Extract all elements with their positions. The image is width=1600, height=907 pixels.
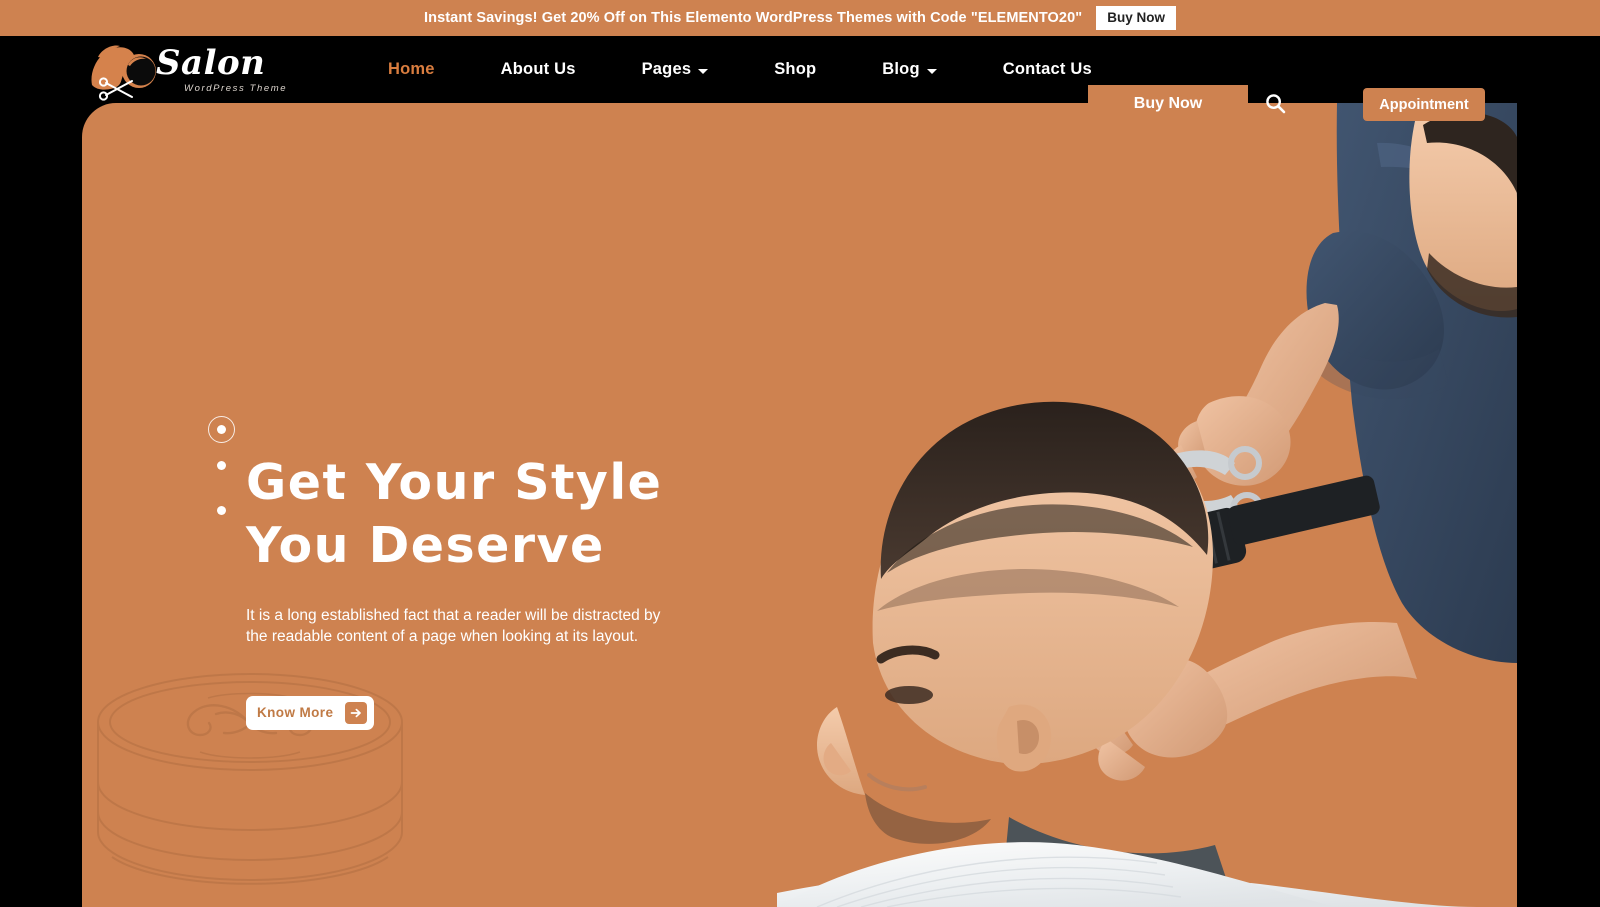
hero-title: Get Your Style You Deserve [246, 458, 886, 570]
appointment-button[interactable]: Appointment [1363, 88, 1485, 121]
chevron-down-icon [926, 69, 937, 74]
slider-dot-3[interactable] [217, 506, 226, 515]
know-more-button[interactable]: Know More [246, 695, 375, 730]
salon-logo-icon [84, 39, 162, 101]
hero-title-line-1: Get Your Style [246, 454, 663, 511]
nav-label-contact-us: Contact Us [1002, 60, 1092, 78]
search-button[interactable] [1258, 86, 1292, 120]
slider-dot-1[interactable] [208, 416, 235, 443]
hero-section: Get Your Style You Deserve It is a long … [82, 103, 1517, 907]
hero-slider-dots [208, 416, 235, 551]
know-more-label: Know More [257, 705, 334, 721]
nav-label-shop: Shop [774, 60, 817, 78]
promo-buy-now-button[interactable]: Buy Now [1096, 6, 1176, 30]
nav-label-blog: Blog [882, 60, 920, 78]
site-logo[interactable]: Salon WordPress Theme [84, 38, 344, 102]
nav-item-pages[interactable]: Pages [609, 60, 742, 79]
nav-item-home[interactable]: Home [355, 60, 468, 79]
chevron-down-icon [698, 69, 709, 74]
site-header: Salon WordPress Theme Home About Us Page… [0, 36, 1600, 122]
nav-item-shop[interactable]: Shop [741, 60, 849, 79]
arrow-right-icon [345, 701, 368, 724]
hero-copy: Get Your Style You Deserve It is a long … [246, 458, 886, 730]
hero-description: It is a long established fact that a rea… [246, 607, 661, 645]
logo-name: Salon [156, 43, 266, 83]
logo-text-block: Salon WordPress Theme [156, 46, 287, 94]
promo-banner-text: Instant Savings! Get 20% Off on This Ele… [424, 10, 1083, 26]
logo-subtitle: WordPress Theme [184, 83, 288, 94]
nav-item-blog[interactable]: Blog [849, 60, 969, 79]
slider-dot-2[interactable] [217, 461, 226, 470]
main-nav: Home About Us Pages Shop Blog Contact Us [355, 36, 1125, 103]
nav-item-contact-us[interactable]: Contact Us [970, 60, 1125, 79]
nav-item-about-us[interactable]: About Us [468, 60, 609, 79]
search-icon [1265, 93, 1285, 113]
hero-image [777, 103, 1517, 907]
nav-label-home: Home [388, 60, 435, 78]
nav-label-about-us: About Us [500, 60, 576, 78]
nav-label-pages: Pages [641, 60, 692, 78]
hero-title-line-2: You Deserve [246, 517, 605, 574]
header-buy-now-button[interactable]: Buy Now [1088, 85, 1248, 122]
page-root: Instant Savings! Get 20% Off on This Ele… [0, 0, 1600, 907]
promo-banner: Instant Savings! Get 20% Off on This Ele… [0, 0, 1600, 36]
